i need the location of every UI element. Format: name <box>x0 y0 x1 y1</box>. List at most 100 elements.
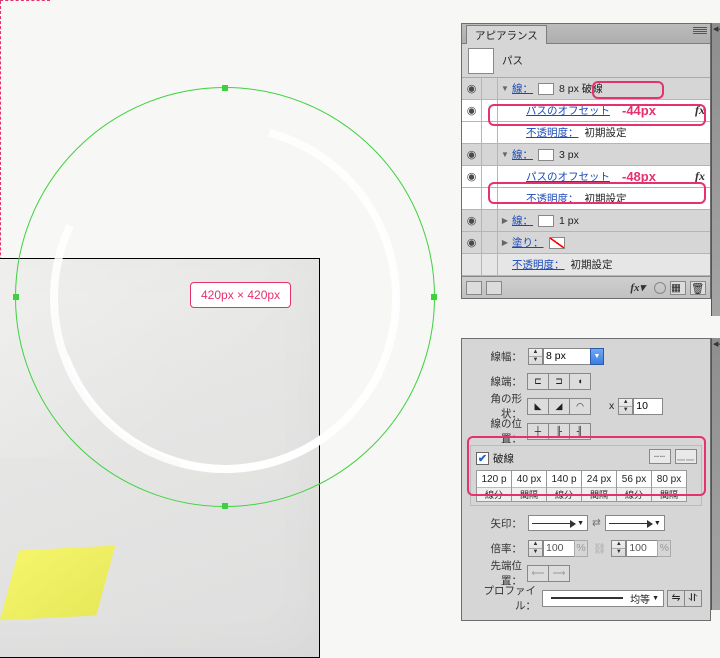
fx-icon[interactable]: fx <box>695 103 705 118</box>
align-options[interactable]: ┼╟╢ <box>528 423 591 440</box>
slot <box>482 78 498 99</box>
panel-dock-strip[interactable]: ◀◀ <box>711 338 720 610</box>
profile-label: プロファイル： <box>470 583 542 613</box>
new-art-basic-button[interactable] <box>466 281 482 295</box>
collapse-arrow-icon[interactable]: ◀◀ <box>713 340 720 348</box>
weight-dropdown[interactable]: ▼ <box>590 348 604 365</box>
dash-checkbox[interactable]: ✔ <box>476 452 489 465</box>
dash-section: ✔ 破線 ┈┈ ⸏⸏ 120 p線分40 px間隔140 p線分24 px間隔5… <box>470 445 702 506</box>
anchor-handle[interactable] <box>222 503 228 509</box>
dash-cell[interactable]: 140 p線分 <box>546 470 582 502</box>
dash-check-label: 破線 <box>493 451 514 466</box>
offset-path-link[interactable]: パスのオフセット <box>526 169 610 184</box>
dash-value[interactable]: 140 p <box>547 471 581 487</box>
tip-options: ⟵⟶ <box>528 565 570 582</box>
delete-item-button[interactable]: 🗑 <box>690 281 706 295</box>
disclosure-triangle-icon[interactable]: ▼ <box>498 150 512 159</box>
cap-options[interactable]: ⊏⊐◖ <box>528 373 591 390</box>
dash-cell[interactable]: 40 px間隔 <box>511 470 547 502</box>
stroke-link[interactable]: 線： <box>512 213 533 228</box>
profile-value: 均等 <box>630 591 650 606</box>
stroke-row-2[interactable]: ◉ ▼ 線： 3 px <box>462 144 710 166</box>
dash-align-exact-button[interactable]: ┈┈ <box>649 449 671 464</box>
stroke-value[interactable]: 8 px 破線 <box>559 81 603 96</box>
anchor-handle[interactable] <box>222 85 228 91</box>
miter-limit-input[interactable] <box>633 398 663 415</box>
weight-stepper[interactable]: ▲▼ <box>528 348 543 365</box>
offset-path-link[interactable]: パスのオフセット <box>526 103 610 118</box>
stroke-value[interactable]: 3 px <box>559 149 579 161</box>
scale-b-stepper: ▲▼ <box>611 540 626 557</box>
visibility-toggle-icon[interactable]: ◉ <box>462 100 482 121</box>
stroke-row-1[interactable]: ◉ ▼ 線： 8 px 破線 <box>462 78 710 100</box>
dash-value[interactable]: 120 p <box>477 471 511 487</box>
dash-cell[interactable]: 120 p線分 <box>476 470 512 502</box>
stroke-link[interactable]: 線： <box>512 147 533 162</box>
stroke-link[interactable]: 線： <box>512 81 533 96</box>
miter-stepper[interactable]: ▲▼ <box>618 398 633 415</box>
add-effect-button[interactable]: fx▾ <box>630 281 645 294</box>
tab-appearance[interactable]: アピアランス <box>466 25 547 44</box>
stroke-value[interactable]: 1 px <box>559 215 579 227</box>
dash-cell[interactable]: 24 px間隔 <box>581 470 617 502</box>
align-row: 線の位置： ┼╟╢ <box>470 420 702 442</box>
stroke-color-swatch[interactable] <box>538 83 554 95</box>
clear-button[interactable] <box>486 281 502 295</box>
flip-across-button[interactable]: ⥯ <box>684 590 702 607</box>
opacity-value: 初期設定 <box>585 191 627 206</box>
disclosure-triangle-icon[interactable]: ▶ <box>498 238 512 247</box>
stroke-weight-input[interactable] <box>543 348 591 365</box>
visibility-toggle-icon[interactable]: ◉ <box>462 166 482 187</box>
profile-select[interactable]: 均等 ▼ <box>542 590 664 607</box>
anchor-handle[interactable] <box>13 294 19 300</box>
dash-value[interactable]: 24 px <box>582 471 616 487</box>
disclosure-triangle-icon[interactable]: ▶ <box>498 216 512 225</box>
swap-arrows-icon[interactable]: ⇄ <box>592 517 601 529</box>
anchor-handle[interactable] <box>431 294 437 300</box>
opacity-value: 初期設定 <box>585 125 627 140</box>
opacity-value: 初期設定 <box>571 257 613 272</box>
disclosure-triangle-icon[interactable]: ▼ <box>498 84 512 93</box>
opacity-row[interactable]: 不透明度： 初期設定 <box>462 122 710 144</box>
object-thumbnail <box>468 48 494 74</box>
fx-icon[interactable]: fx <box>695 169 705 184</box>
dash-align-corners-button[interactable]: ⸏⸏ <box>675 449 697 464</box>
visibility-toggle-icon[interactable]: ◉ <box>462 232 482 253</box>
stroke-row-3[interactable]: ◉ ▶ 線： 1 px <box>462 210 710 232</box>
fill-color-swatch-none[interactable] <box>549 237 565 249</box>
dash-value[interactable]: 40 px <box>512 471 546 487</box>
arrow-start-select[interactable]: ▼ <box>528 515 588 531</box>
dash-value[interactable]: 80 px <box>652 471 686 487</box>
dash-cell[interactable]: 56 px線分 <box>616 470 652 502</box>
offset-path-row-2[interactable]: ◉ パスのオフセット -48px fx <box>462 166 710 188</box>
fill-row[interactable]: ◉ ▶ 塗り： <box>462 232 710 254</box>
opacity-link[interactable]: 不透明度： <box>512 257 565 272</box>
tip-align-row: 先端位置： ⟵⟶ <box>470 562 702 584</box>
flip-along-button[interactable]: ⇋ <box>667 590 685 607</box>
cap-row: 線端： ⊏⊐◖ <box>470 370 702 392</box>
dash-cell[interactable]: 80 px間隔 <box>651 470 687 502</box>
opacity-row[interactable]: 不透明度： 初期設定 <box>462 188 710 210</box>
arrow-end-select[interactable]: ▼ <box>605 515 665 531</box>
panel-menu-icon[interactable] <box>693 27 707 39</box>
visibility-toggle-icon[interactable]: ◉ <box>462 210 482 231</box>
opacity-link[interactable]: 不透明度： <box>526 191 579 206</box>
dash-value[interactable]: 56 px <box>617 471 651 487</box>
scale-a-stepper: ▲▼ <box>528 540 543 557</box>
clear-appearance-button[interactable] <box>654 282 666 294</box>
stroke-color-swatch[interactable] <box>538 215 554 227</box>
collapse-arrow-icon[interactable]: ◀◀ <box>713 25 720 33</box>
canvas-area[interactable]: 420px × 420px <box>0 0 460 620</box>
offset-path-row-1[interactable]: ◉ パスのオフセット -44px fx <box>462 100 710 122</box>
join-options[interactable]: ◣◢◠ <box>528 398 591 415</box>
visibility-toggle-icon[interactable]: ◉ <box>462 78 482 99</box>
dash-label: 間隔 <box>582 487 616 501</box>
panel-dock-strip[interactable]: ◀◀ <box>711 23 720 316</box>
visibility-toggle-icon[interactable]: ◉ <box>462 144 482 165</box>
miter-x-label: x <box>609 400 614 412</box>
final-opacity-row[interactable]: 不透明度： 初期設定 <box>462 254 710 276</box>
stroke-color-swatch[interactable] <box>538 149 554 161</box>
opacity-link[interactable]: 不透明度： <box>526 125 579 140</box>
fill-link[interactable]: 塗り： <box>512 235 544 250</box>
duplicate-item-button[interactable]: ▦ <box>670 281 686 295</box>
